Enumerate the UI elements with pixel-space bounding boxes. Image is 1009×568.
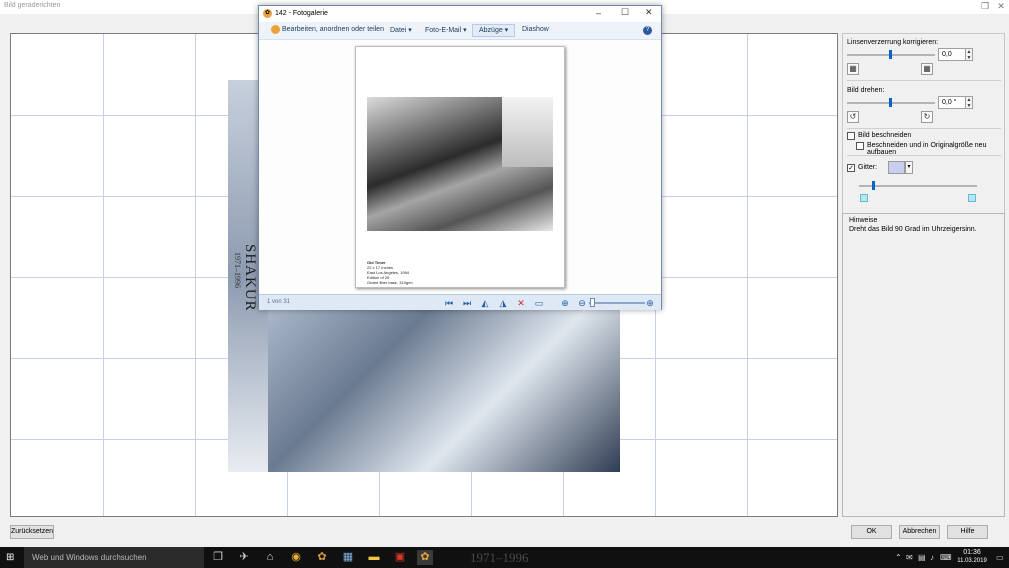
grid-color-swatch[interactable] xyxy=(888,161,905,174)
reset-button[interactable]: Zurücksetzen xyxy=(10,525,54,539)
hint-title: Hinweise xyxy=(849,217,878,224)
menu-prints[interactable]: Abzüge ▾ xyxy=(479,26,508,34)
grid-color-dropdown-icon[interactable]: ▾ xyxy=(905,161,913,174)
windows-start-icon[interactable]: ⊞ xyxy=(6,552,14,563)
crop-rebuild-checkbox[interactable] xyxy=(856,142,864,150)
photo-poster-text: SHAKUR xyxy=(242,244,258,312)
help-icon[interactable]: ? xyxy=(643,26,652,35)
delete-icon[interactable]: ✕ xyxy=(516,298,526,308)
zoom-in-icon[interactable]: ⊕ xyxy=(645,298,655,308)
task-view-icon[interactable]: ❐ xyxy=(210,550,226,565)
gallery-app-icon: ✿ xyxy=(263,9,272,18)
menu-slideshow[interactable]: Diashow xyxy=(522,26,549,33)
grid-slider-thumb[interactable] xyxy=(872,181,875,190)
rotate-right-icon[interactable]: ↻ xyxy=(921,111,933,123)
lens-slider-thumb[interactable] xyxy=(889,50,892,59)
gallery-close-icon[interactable]: ✕ xyxy=(645,7,653,18)
grid-line xyxy=(195,34,196,516)
rotate-ccw-icon[interactable]: ◭ xyxy=(480,298,490,308)
tray-chevron-icon[interactable]: ⌃ xyxy=(895,553,902,562)
barrel-grid-icon[interactable]: ▦ xyxy=(847,63,859,75)
grid-checkbox[interactable]: ✓ xyxy=(847,164,855,172)
rotate-cw-icon[interactable]: ◮ xyxy=(498,298,508,308)
gallery-menubar: Bearbeiten, anordnen oder teilen Datei ▾… xyxy=(259,22,661,40)
network-icon[interactable]: ▤ xyxy=(918,553,926,562)
window-title: Bild geraderichten xyxy=(4,2,61,9)
gallery-statusbar: 1 von 31 ⏮ ⏭ ◭ ◮ ✕ ▭ ⊕ ⊖ ⊕ xyxy=(259,294,661,310)
print-preview-page: Old Timer 22 x 17 Inches East Los Angele… xyxy=(355,46,565,288)
grid-line xyxy=(747,34,748,516)
app-icon[interactable]: ✈ xyxy=(236,550,252,565)
caption-line: Giclee fiber base, 310g/m xyxy=(367,280,413,285)
store-icon[interactable]: ⌂ xyxy=(262,550,278,565)
photo-gallery-window: ✿ 142 - Fotogalerie – ☐ ✕ Bearbeiten, an… xyxy=(258,5,662,310)
fit-to-window-icon[interactable]: ⊕ xyxy=(560,298,570,308)
crop-label: Bild beschneiden xyxy=(858,132,912,139)
lens-spinner[interactable]: ▲ ▼ xyxy=(965,48,973,61)
grid-fine-icon[interactable] xyxy=(968,194,976,202)
lens-distortion-label: Linsenverzerrung korrigieren: xyxy=(847,39,939,46)
gallery-titlebar: ✿ 142 - Fotogalerie – ☐ ✕ xyxy=(259,6,661,22)
gallery-title: 142 - Fotogalerie xyxy=(275,10,328,17)
rotate-slider-thumb[interactable] xyxy=(889,98,892,107)
page-counter: 1 von 31 xyxy=(267,299,291,305)
calculator-icon[interactable]: ▦ xyxy=(340,550,356,565)
edit-organize-icon xyxy=(271,25,280,34)
notifications-icon[interactable]: ▭ xyxy=(996,553,1004,562)
hint-box: Hinweise Dreht das Bild 90 Grad im Uhrze… xyxy=(842,213,1005,517)
keyboard-icon[interactable]: ⌨ xyxy=(940,553,952,562)
taskbar-background-text: 1971–1996 xyxy=(470,550,529,565)
volume-icon[interactable]: ♪ xyxy=(930,553,934,562)
grid-slider-track[interactable] xyxy=(859,185,977,187)
pincushion-grid-icon[interactable]: ▦ xyxy=(921,63,933,75)
grid-label: Gitter: xyxy=(858,164,878,171)
help-button[interactable]: Hilfe xyxy=(947,525,988,539)
cancel-button[interactable]: Abbrechen xyxy=(899,525,940,539)
previous-icon[interactable]: ⏮ xyxy=(444,298,454,308)
zoom-out-icon[interactable]: ⊖ xyxy=(577,298,587,308)
minimize-icon[interactable]: – xyxy=(596,8,601,18)
preview-caption: Old Timer 22 x 17 Inches East Los Angele… xyxy=(367,260,413,285)
divider xyxy=(847,80,1001,81)
photo-gallery-taskbar-icon[interactable]: ✿ xyxy=(417,550,433,565)
menu-file[interactable]: Datei ▾ xyxy=(390,26,412,34)
next-icon[interactable]: ⏭ xyxy=(462,298,472,308)
zoom-slider-track[interactable] xyxy=(589,302,645,304)
tray-app-icon[interactable]: ✉ xyxy=(906,553,913,562)
gallery-viewer: Old Timer 22 x 17 Inches East Los Angele… xyxy=(259,40,661,294)
rotate-spinner[interactable]: ▲ ▼ xyxy=(965,96,973,109)
menu-edit-organize[interactable]: Bearbeiten, anordnen oder teilen xyxy=(282,26,384,33)
preview-photo xyxy=(367,97,553,231)
crop-rebuild-label: Beschneiden und in Originalgröße neu auf… xyxy=(867,142,987,156)
grid-coarse-icon[interactable] xyxy=(860,194,868,202)
file-explorer-icon[interactable]: ▬ xyxy=(366,550,382,565)
ok-button[interactable]: OK xyxy=(851,525,892,539)
chrome-icon[interactable]: ◉ xyxy=(288,550,304,565)
crop-checkbox[interactable] xyxy=(847,132,855,140)
photo-app-icon[interactable]: ✿ xyxy=(314,550,330,565)
rotate-left-icon[interactable]: ↺ xyxy=(847,111,859,123)
photo-poster-years: 1971–1996 xyxy=(233,252,242,288)
clock-time[interactable]: 01:36 xyxy=(952,549,992,556)
maximize-icon[interactable]: ☐ xyxy=(621,7,629,18)
menu-photo-email[interactable]: Foto-E-Mail ▾ xyxy=(425,26,467,34)
taskbar-search-input[interactable]: Web und Windows durchsuchen xyxy=(24,547,204,568)
restore-icon[interactable]: ❐ xyxy=(977,0,993,12)
divider xyxy=(847,155,1001,156)
rotate-label: Bild drehen: xyxy=(847,87,885,94)
close-icon[interactable]: ✕ xyxy=(993,0,1009,12)
slideshow-icon[interactable]: ▭ xyxy=(534,298,544,308)
divider xyxy=(847,128,1001,129)
zoom-slider-thumb[interactable] xyxy=(590,298,595,307)
hint-text: Dreht das Bild 90 Grad im Uhrzeigersinn. xyxy=(849,226,977,233)
clock-date[interactable]: 11.03.2019 xyxy=(952,558,992,564)
preview-photo-sky xyxy=(502,97,553,167)
red-app-icon[interactable]: ▣ xyxy=(392,550,408,565)
grid-line xyxy=(103,34,104,516)
